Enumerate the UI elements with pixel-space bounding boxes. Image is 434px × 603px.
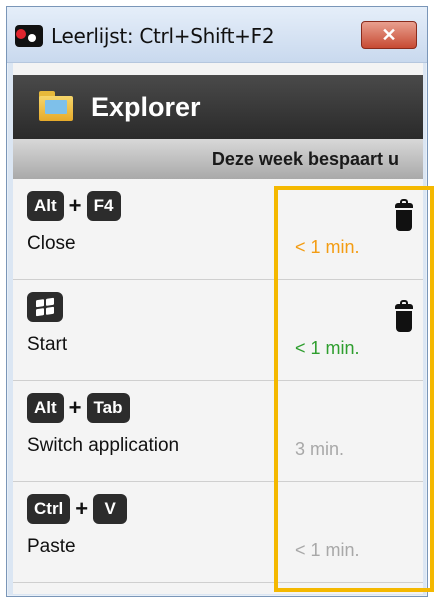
- time-saved: < 1 min.: [295, 338, 360, 358]
- plus-sign: +: [75, 496, 89, 521]
- time-saved: 3 min.: [295, 439, 345, 459]
- savings-header-text: Deze week bespaart u: [211, 149, 399, 169]
- shortcut-label: Switch application: [27, 435, 180, 456]
- key-cap: Alt: [27, 191, 64, 221]
- trash-icon[interactable]: [393, 300, 415, 334]
- shortcut-label: Start: [27, 334, 68, 355]
- content-panel: Explorer Deze week bespaart u Alt + F4 C…: [13, 63, 423, 594]
- window-title: Leerlijst: Ctrl+Shift+F2: [51, 24, 275, 48]
- folder-icon: [39, 91, 73, 121]
- trash-icon[interactable]: [393, 199, 415, 233]
- close-button[interactable]: ✕: [361, 21, 417, 49]
- app-logo-icon: [15, 25, 43, 47]
- shortcut-label: Paste: [27, 536, 76, 557]
- key-combo: Ctrl + V: [27, 494, 128, 524]
- key-combo: Alt + Tab: [27, 393, 130, 423]
- time-saved: < 1 min.: [295, 540, 360, 560]
- key-combo: Alt + F4: [27, 191, 121, 221]
- shortcut-row[interactable]: Alt + F4 Close < 1 min.: [13, 179, 423, 280]
- shortcut-label: Close: [27, 233, 76, 254]
- learning-list-window: Leerlijst: Ctrl+Shift+F2 ✕ Explorer Deze…: [6, 6, 428, 597]
- key-combo: [27, 292, 63, 322]
- plus-sign: +: [68, 395, 82, 420]
- windows-key: [27, 292, 63, 322]
- shortcut-row[interactable]: Alt + Tab Switch application 3 min.: [13, 381, 423, 482]
- key-cap: Ctrl: [27, 494, 71, 524]
- time-saved: < 1 min.: [295, 237, 360, 257]
- app-header: Explorer: [13, 75, 423, 139]
- key-cap: F4: [86, 191, 121, 221]
- windows-logo-icon: [36, 297, 54, 317]
- title-bar[interactable]: Leerlijst: Ctrl+Shift+F2 ✕: [7, 7, 427, 63]
- close-icon: ✕: [381, 24, 397, 45]
- key-cap: Tab: [86, 393, 130, 423]
- shortcut-row[interactable]: Start < 1 min.: [13, 280, 423, 381]
- app-name: Explorer: [91, 92, 201, 122]
- plus-sign: +: [68, 193, 82, 218]
- key-cap: V: [93, 494, 128, 524]
- shortcut-row[interactable]: Ctrl + V Paste < 1 min.: [13, 482, 423, 583]
- key-cap: Alt: [27, 393, 64, 423]
- savings-header: Deze week bespaart u: [13, 139, 423, 179]
